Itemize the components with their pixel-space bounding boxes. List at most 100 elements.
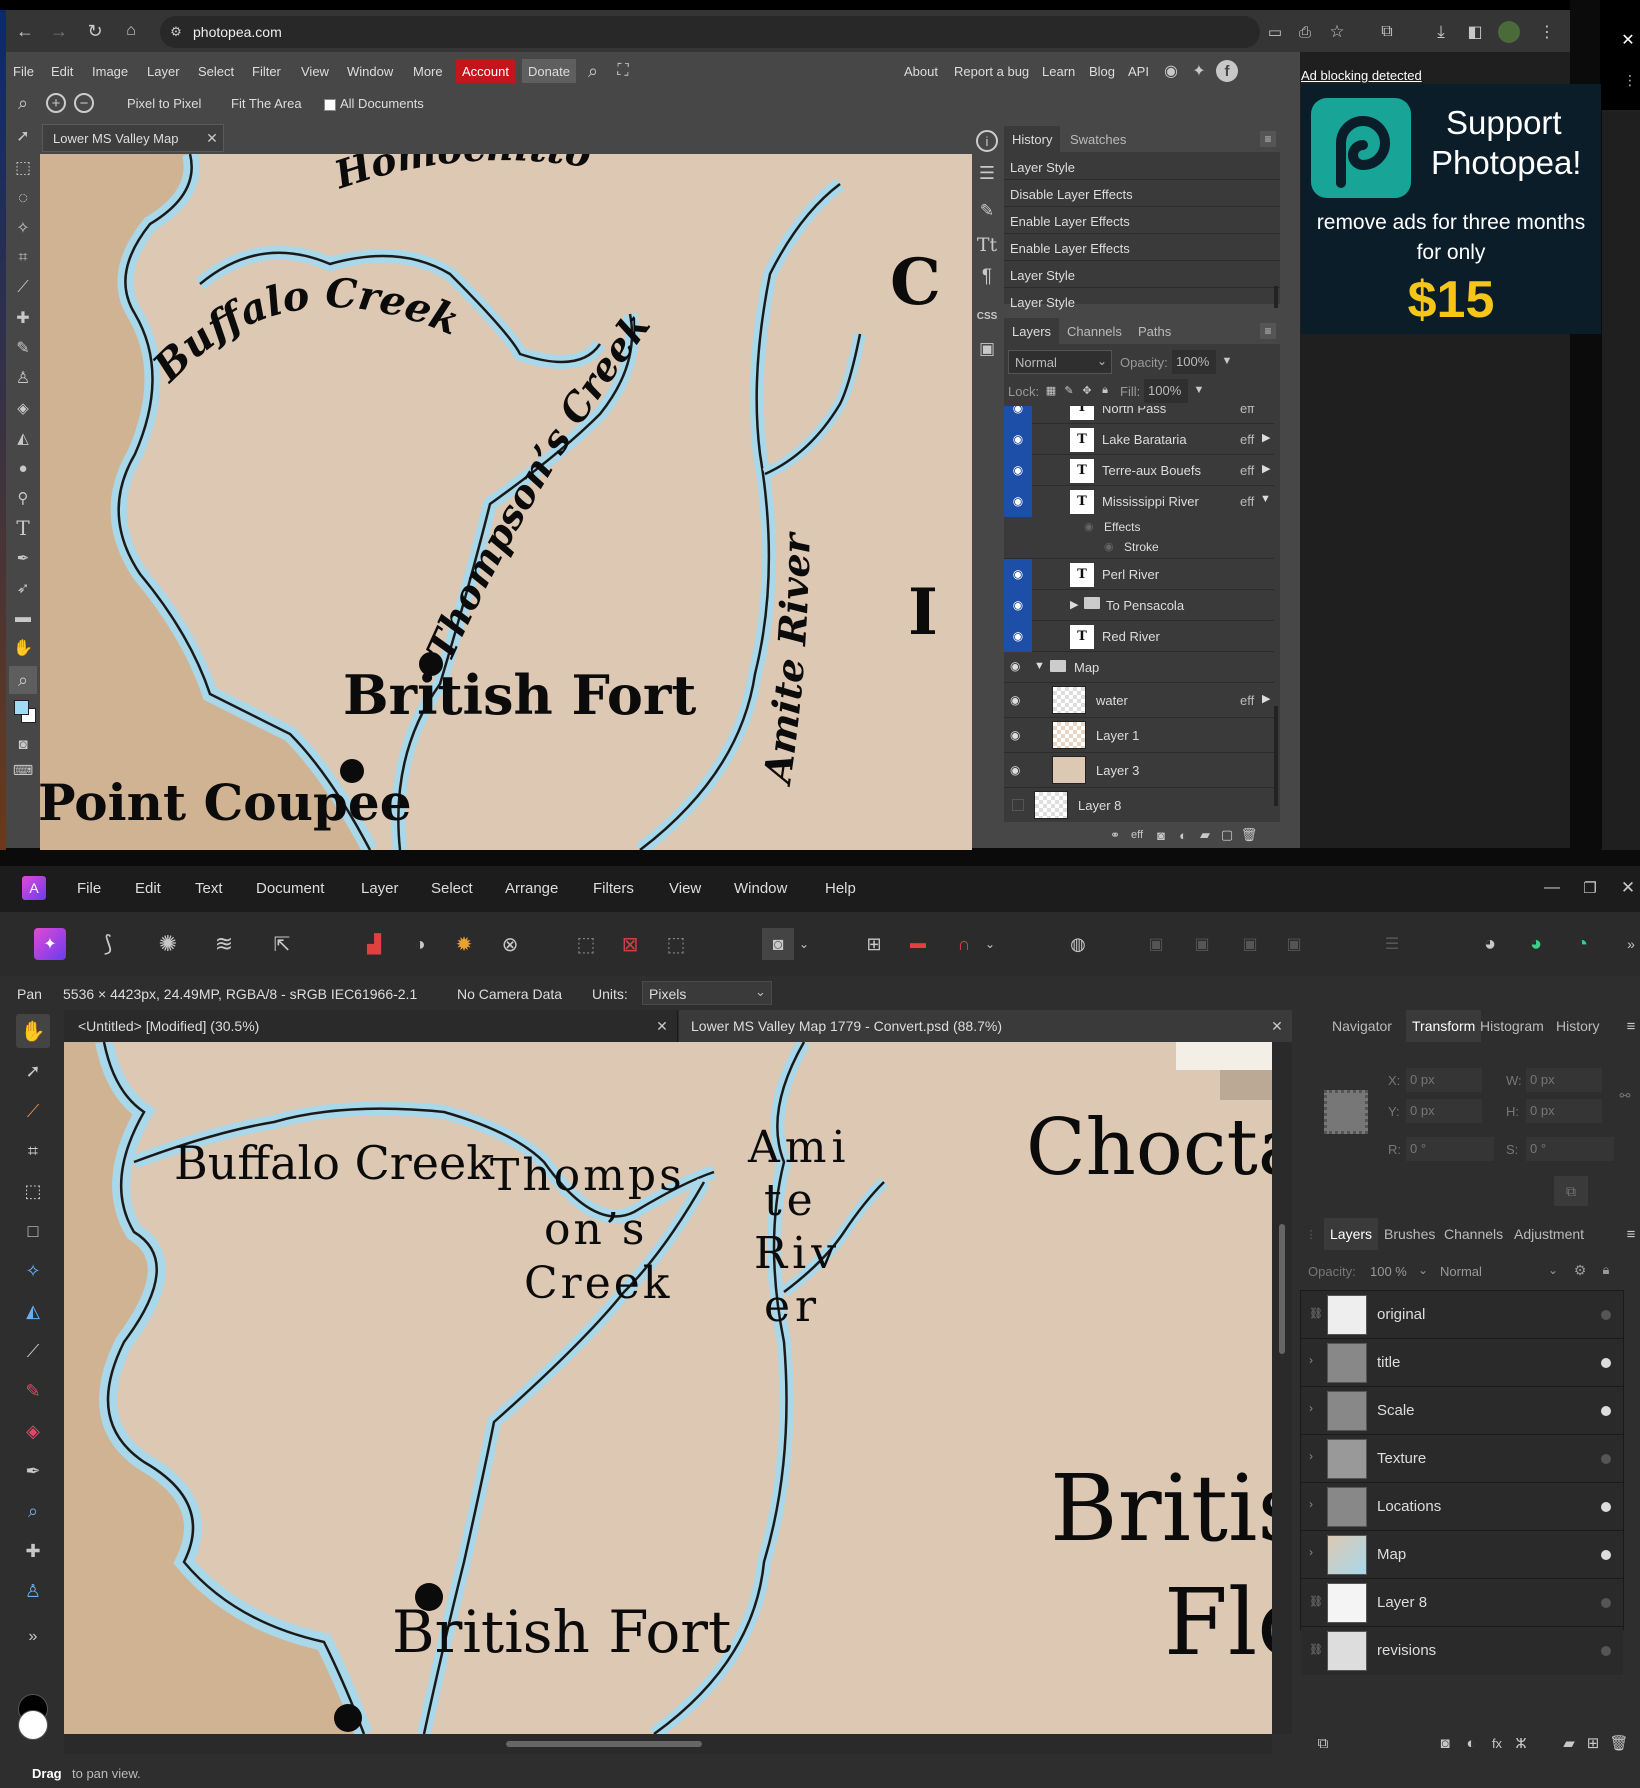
quick-mask-dropdown-icon[interactable]: ⌄ [796,932,812,956]
layer-row[interactable]: ◉ T Perl River [1004,559,1274,590]
tab-navigator[interactable]: Navigator [1332,1018,1392,1034]
install-icon[interactable]: ⎙ [1294,21,1316,43]
af-vertical-scrollbar[interactable] [1272,1042,1292,1734]
expand-effects-icon[interactable]: ▶ [1262,692,1270,705]
x-field[interactable]: 0 px [1406,1068,1482,1092]
af-doc-tab-map[interactable]: Lower MS Valley Map 1779 - Convert.psd (… [679,1010,1292,1042]
add-group-icon[interactable]: ▰ [1558,1732,1580,1754]
tab-paths[interactable]: Paths [1138,324,1171,339]
magnet-icon[interactable]: ∩ [948,928,980,960]
af-menu-text[interactable]: Text [195,880,223,897]
cast-icon[interactable]: ▭ [1264,21,1286,43]
quick-mask-icon[interactable]: ◙ [11,732,35,756]
pp-menu-view[interactable]: View [301,64,329,79]
link-icon[interactable]: ⚭ [1106,826,1124,844]
tab-af-history[interactable]: History [1556,1018,1600,1034]
layer-visibility-dot[interactable] [1601,1550,1611,1560]
affinity-logo-icon[interactable]: A [22,876,46,900]
fill-arrow-icon[interactable]: ▼ [1192,383,1206,397]
layer-visibility-dot[interactable] [1601,1646,1611,1656]
reddit-icon[interactable]: ◉ [1160,60,1182,82]
tab-history[interactable]: History [1004,126,1061,152]
zoom-tool-icon[interactable]: ⌕ [18,1496,48,1526]
history-item[interactable]: Enable Layer Effects [1004,208,1280,234]
af-menu-arrange[interactable]: Arrange [505,880,558,897]
af-vscroll-thumb[interactable] [1279,1224,1285,1354]
af-menu-layer[interactable]: Layer [361,880,399,897]
back-icon[interactable]: ← [14,20,36,42]
clone-tool-icon[interactable]: ♙ [18,1576,48,1606]
layer-row[interactable]: ◉ Layer 1 [1004,718,1274,753]
visibility-eye-icon[interactable]: ◉ [1004,590,1032,621]
keyboard-icon[interactable]: ⌨ [11,758,35,782]
af-canvas[interactable]: Buffalo Creek Thomps on’s Creek Ami te R… [64,1042,1272,1734]
layer-row[interactable]: ◉ water eff ▶ [1004,683,1274,718]
w-field[interactable]: 0 px [1526,1068,1602,1092]
chevron-down-icon[interactable]: ⌄ [1416,1260,1430,1280]
layer-visibility-dot[interactable] [1601,1454,1611,1464]
deselect-icon[interactable]: ⊠ [614,928,646,960]
layer-row[interactable]: ◉ T Red River [1004,621,1274,652]
panel-menu-icon[interactable]: ≡ [1622,1016,1640,1036]
pixel-to-pixel-button[interactable]: Pixel to Pixel [127,96,201,111]
ad-blocking-link[interactable]: Ad blocking detected [1301,68,1422,83]
layer-row[interactable]: ◉ T Mississippi River eff ▼ [1004,486,1274,517]
eraser-tool-icon[interactable]: ◈ [11,396,35,420]
pp-history-menu-icon[interactable]: ≡ [1260,131,1276,147]
support-ad[interactable]: Support Photopea! remove ads for three m… [1301,84,1601,334]
properties-icon[interactable]: ☰ [976,162,998,184]
image-icon[interactable]: ▣ [976,338,998,360]
pen-tool-icon[interactable]: ✒ [11,546,35,570]
layer-visibility-dot[interactable] [1601,1310,1611,1320]
tab-af-layers[interactable]: Layers [1324,1218,1379,1250]
effects-eye-icon[interactable]: ◉ [1084,520,1094,533]
boolean-subtract-icon[interactable]: ◕ [1520,928,1552,960]
color-picker-icon[interactable]: ⟋ [18,1096,48,1126]
facebook-icon[interactable]: f [1216,60,1238,82]
restore-icon[interactable]: ❐ [1578,876,1602,900]
healing-brush-icon[interactable]: ✚ [11,306,35,330]
lock-icon[interactable]: 🔒︎ [1596,1260,1616,1280]
lock-pixels-icon[interactable]: ✎ [1062,383,1076,397]
magic-wand-icon[interactable]: ✧ [11,216,35,240]
collapse-group-icon[interactable]: ▼ [1034,660,1045,672]
liquify-persona-icon[interactable]: ⟆ [92,928,124,960]
zoom-tool-button-icon[interactable]: ⌕ [9,666,37,694]
toolbar-overflow-icon[interactable]: » [1622,932,1640,956]
pp-doc-close-icon[interactable]: ✕ [203,129,221,147]
address-url[interactable]: photopea.com [193,24,282,40]
bookmark-star-icon[interactable]: ☆ [1326,21,1348,43]
layer-row[interactable]: ◉ T North Pass eff [1004,406,1274,424]
expand-arrow-icon[interactable]: › [1309,1497,1313,1511]
pp-layers-scrollbar[interactable] [1274,706,1278,806]
develop-persona-icon[interactable]: ✺ [152,928,184,960]
add-pixel-layer-icon[interactable]: ⊞ [1582,1732,1604,1754]
eraser-tool-icon[interactable]: ◈ [18,1416,48,1446]
af-menu-file[interactable]: File [77,880,101,897]
trash-icon[interactable]: 🗑︎ [1240,826,1258,844]
address-bar[interactable] [160,16,1260,48]
levels-icon[interactable]: ▟ [358,928,390,960]
expand-group-icon[interactable]: ▶ [1070,598,1078,611]
visibility-eye-icon[interactable]: ◉ [1004,424,1032,455]
pp-link-report[interactable]: Report a bug [954,64,1029,79]
visibility-eye-icon[interactable]: ◉ [1010,659,1020,673]
pp-menu-file[interactable]: File [13,64,34,79]
crop-tool-icon[interactable]: ⌗ [18,1136,48,1166]
layer-visibility-dot[interactable] [1601,1502,1611,1512]
pp-menu-layer[interactable]: Layer [147,64,180,79]
kebab-icon[interactable]: ⋮ [1620,70,1640,90]
visibility-eye-icon[interactable]: ◉ [1010,693,1020,707]
home-icon[interactable]: ⌂ [120,20,142,42]
reload-icon[interactable]: ↻ [84,20,106,42]
stamp-tool-icon[interactable]: ♙ [11,366,35,390]
layer-effects-row[interactable]: ◉ Effects [1004,517,1274,537]
lock-aspect-icon[interactable]: ⚯ [1618,1076,1632,1116]
panel-menu-icon[interactable]: ≡ [1622,1224,1640,1244]
tab-brushes[interactable]: Brushes [1384,1226,1435,1242]
effects-icon[interactable]: eff [1128,826,1146,844]
visibility-eye-icon[interactable]: ◉ [1004,455,1032,486]
pp-menu-image[interactable]: Image [92,64,128,79]
layer-visibility-dot[interactable] [1601,1598,1611,1608]
all-documents-checkbox[interactable] [324,99,336,111]
